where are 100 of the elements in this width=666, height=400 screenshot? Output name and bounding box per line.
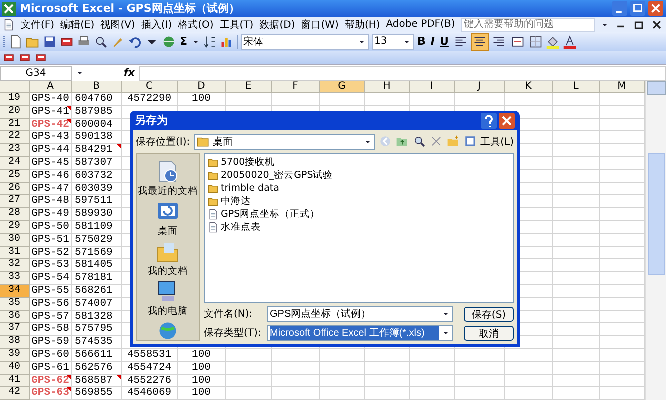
row-header[interactable]: 38 [0,336,30,349]
row-header[interactable]: 31 [0,246,30,260]
file-item[interactable]: 中海达 [221,194,251,208]
row-header[interactable]: 29 [0,220,30,234]
minimize-button-icon[interactable] [612,1,628,16]
font-name-dropdown[interactable]: 宋体 [240,34,369,50]
italic-button[interactable]: I [430,35,436,48]
autosum-button[interactable]: Σ [179,35,189,48]
font-size-dropdown[interactable]: 13 [372,34,414,50]
help-button-icon[interactable] [481,112,497,128]
row-header[interactable]: 36 [0,310,30,324]
file-type-dropdown[interactable]: Microsoft Office Excel 工作簿(*.xls) [267,325,453,341]
file-item[interactable]: 5700接收机 [221,156,276,168]
row-header[interactable]: 42 [0,387,30,400]
cancel-button[interactable]: 取消 [464,326,514,340]
close-button-icon[interactable] [499,112,515,128]
font-color-icon[interactable] [562,34,577,48]
row-header[interactable]: 34 [0,284,30,298]
menu-item[interactable]: 文件(F) [21,18,55,32]
name-box[interactable]: G34 [0,66,72,80]
row-header[interactable]: 24 [0,156,30,170]
menu-item[interactable]: 工具(T) [220,18,254,32]
row-header[interactable]: 25 [0,170,30,183]
row-header[interactable]: 30 [0,234,30,247]
menu-item[interactable]: Adobe PDF(B) [386,19,456,30]
column-header[interactable]: E [226,81,272,93]
menu-item[interactable]: 插入(I) [141,18,172,32]
menu-item[interactable]: 帮助(H) [344,18,380,32]
row-header[interactable]: 39 [0,348,30,362]
row-header[interactable]: 22 [0,131,30,144]
column-header[interactable]: A [30,81,72,93]
sort-icon[interactable] [202,34,217,48]
bold-button[interactable]: B [416,35,427,48]
table-cell: 566611 [72,348,122,362]
row-header[interactable]: 21 [0,118,30,132]
restore-button-icon[interactable] [630,1,646,16]
row-header[interactable]: 23 [0,144,30,157]
menu-item[interactable]: 窗口(W) [301,18,339,32]
row-header[interactable]: 41 [0,374,30,388]
place-item[interactable]: 我的电脑 [148,305,188,318]
place-item[interactable]: 我最近的文档 [138,185,198,198]
close-button-icon[interactable] [648,1,664,16]
menu-item[interactable]: 编辑(E) [60,18,95,32]
save-button[interactable]: 保存(S) [464,306,514,322]
document-icon[interactable] [3,18,15,30]
column-header[interactable]: I [410,81,455,93]
row-header[interactable]: 33 [0,272,30,285]
function-button[interactable]: fx [124,68,135,78]
file-item[interactable]: 水准点表 [221,220,261,234]
menu-item[interactable]: 视图(V) [100,18,136,32]
column-header[interactable]: C [122,81,178,93]
column-header[interactable]: F [272,81,320,93]
row-header[interactable]: 27 [0,195,30,208]
undo-icon[interactable] [128,34,142,48]
column-header[interactable]: L [553,81,600,93]
close-icon[interactable] [651,18,663,30]
fill-color-icon[interactable] [546,34,560,48]
search-icon[interactable] [412,135,426,148]
place-item[interactable]: 我的文档 [148,265,188,278]
table-cell [505,387,553,400]
help-search-field[interactable]: 键入需要帮助的问题 [461,18,595,32]
column-header[interactable]: M [600,81,645,93]
row-header[interactable]: 19 [0,93,30,106]
borders-icon[interactable] [528,34,543,48]
column-header[interactable]: G [320,81,365,93]
row-header[interactable]: 32 [0,259,30,272]
save-icon[interactable] [43,34,57,48]
row-header[interactable]: 28 [0,208,30,221]
column-header[interactable]: H [365,81,410,93]
print-preview-icon[interactable] [94,34,108,48]
table-cell [455,374,505,388]
align-center-icon[interactable] [472,34,488,50]
row-header[interactable]: 40 [0,362,30,375]
menu-item[interactable]: 格式(O) [178,18,214,32]
formula-field[interactable] [138,66,666,80]
column-header[interactable]: B [72,81,122,93]
new-document-icon[interactable] [9,34,23,48]
table-cell [553,362,600,375]
row-header[interactable]: 20 [0,106,30,119]
row-header[interactable]: 26 [0,182,30,196]
menu-item[interactable]: 数据(D) [260,18,296,32]
column-header[interactable]: J [455,81,505,93]
vertical-scrollbar[interactable] [645,81,666,400]
print-icon[interactable] [77,34,91,48]
row-header[interactable]: 37 [0,323,30,336]
place-item[interactable]: 桌面 [158,225,178,238]
views-icon[interactable] [464,135,477,148]
scrollbar-thumb[interactable] [648,153,664,275]
tools-menu-button[interactable]: 工具(L) [480,134,514,148]
filename-field[interactable]: GPS网点坐标（试例） [267,306,453,322]
column-header[interactable]: K [505,81,553,93]
dropdown-caret-icon[interactable] [76,69,84,77]
location-dropdown[interactable]: 桌面 [194,134,375,150]
row-header[interactable]: 35 [0,298,30,311]
table-cell: GPS-47 [30,182,72,196]
file-item[interactable]: GPS网点坐标（正式） [221,208,320,220]
file-item[interactable]: 20050020_密云GPS试验 [221,168,334,182]
file-item[interactable]: trimble data [221,182,280,194]
underline-button[interactable]: U [439,35,450,48]
column-header[interactable]: D [178,81,226,93]
